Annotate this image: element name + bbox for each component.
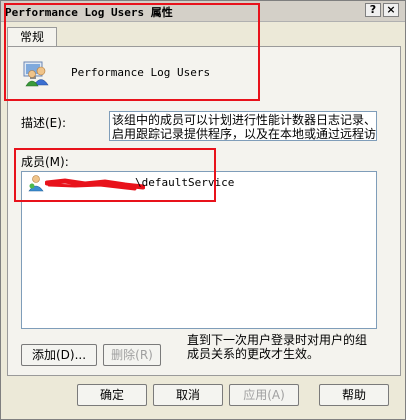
remove-button[interactable]: 删除(R) (103, 344, 161, 366)
add-button[interactable]: 添加(D)... (21, 344, 97, 366)
apply-button[interactable]: 应用(A) (229, 384, 299, 406)
help-icon[interactable]: ? (365, 3, 381, 17)
properties-dialog: Performance Log Users 属性 ? × 常规 Performa… (0, 0, 406, 420)
description-line-1: 该组中的成员可以计划进行性能计数器日志记录、 (112, 113, 377, 127)
description-label: 描述(E): (21, 116, 66, 130)
membership-note: 直到下一次用户登录时对用户的组 成员关系的更改才生效。 (187, 333, 387, 361)
ok-button[interactable]: 确定 (77, 384, 147, 406)
description-field[interactable]: 该组中的成员可以计划进行性能计数器日志记录、 启用跟踪记录提供程序，以及在本地或… (109, 111, 377, 141)
help-button[interactable]: 帮助 (319, 384, 389, 406)
cancel-button[interactable]: 取消 (153, 384, 223, 406)
annotation-box-header (4, 3, 260, 101)
note-line-1: 直到下一次用户登录时对用户的组 (187, 333, 368, 347)
description-line-2: 启用跟踪记录提供程序，以及在本地或通过远程访 (112, 127, 377, 141)
annotation-box-members (14, 148, 216, 202)
note-line-2: 成员关系的更改才生效。 (187, 347, 320, 361)
close-icon[interactable]: × (383, 3, 399, 17)
